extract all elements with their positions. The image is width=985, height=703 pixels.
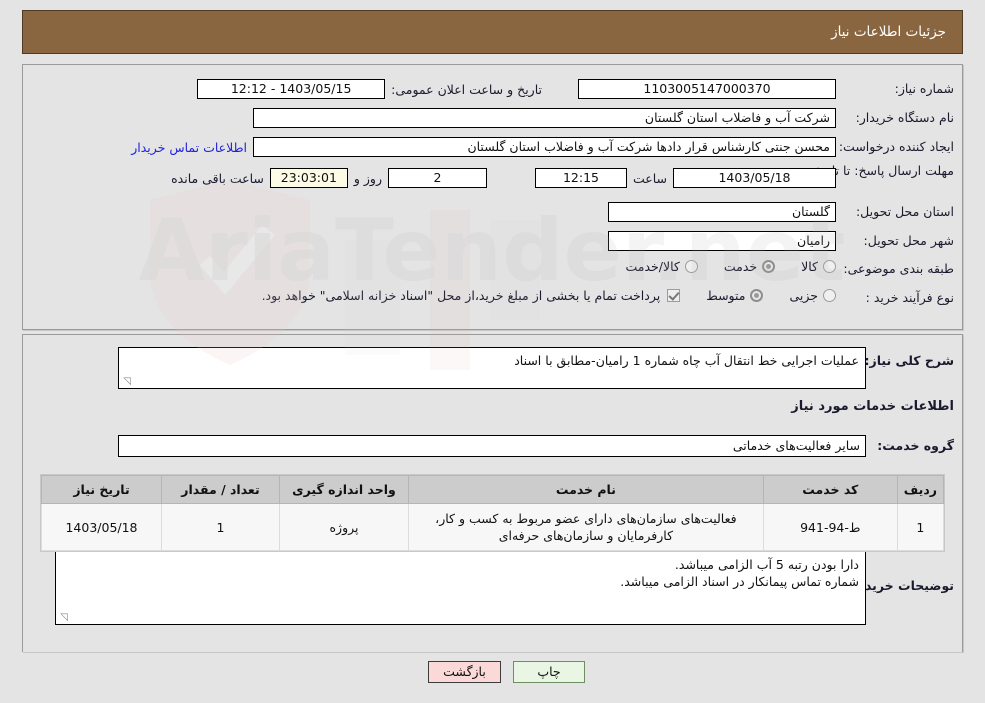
days-word-label: روز و [353,170,382,186]
cell-row-no: 1 [896,503,945,551]
process-label: نوع فرآیند خرید : [865,290,954,305]
remaining-word-label: ساعت باقی مانده [171,170,264,186]
days-remaining-field[interactable]: 2 [387,168,487,188]
cell-service-name: فعالیت‌های سازمان‌های دارای عضو مربوط به… [408,503,764,551]
process-option-minor-label: جزیی [789,288,818,303]
back-button[interactable]: بازگشت [428,661,501,683]
cell-service-code: ط-94-941 [762,503,898,551]
creator-label: ایجاد کننده درخواست: [838,139,954,154]
category-option-goods[interactable]: کالا [801,259,836,274]
col-service-name: نام خدمت [408,475,764,504]
buyer-org-field[interactable]: شرکت آب و فاضلاب استان گلستان [253,108,836,128]
page-root: جزئیات اطلاعات نیاز شماره نیاز: 11030051… [0,0,985,703]
page-title: جزئیات اطلاعات نیاز [831,24,946,40]
process-option-medium[interactable]: متوسط [706,288,764,303]
province-field[interactable]: گلستان [608,202,836,222]
category-option-service-label: خدمت [723,259,758,274]
announcement-label: تاریخ و ساعت اعلان عمومی: [391,81,542,97]
description-label: شرح کلی نیاز: [864,353,954,368]
need-number-label: شماره نیاز: [894,81,954,96]
services-table: ردیف کد خدمت نام خدمت واحد اندازه گیری ت… [41,475,945,551]
table-header-row: ردیف کد خدمت نام خدمت واحد اندازه گیری ت… [41,475,945,504]
services-section-heading: اطلاعات خدمات مورد نیاز [791,399,954,414]
creator-field[interactable]: محسن جنتی کارشناس قرار دادها شرکت آب و ف… [253,137,836,157]
category-option-goods-service[interactable]: کالا/خدمت [625,259,698,274]
process-option-minor[interactable]: جزیی [789,288,836,303]
col-quantity: تعداد / مقدار [161,475,280,504]
table-row[interactable]: 1 ط-94-941 فعالیت‌های سازمان‌های دارای ع… [41,503,945,551]
radio-selected-icon[interactable] [750,289,764,302]
col-unit: واحد اندازه گیری [279,475,409,504]
description-textarea[interactable]: عملیات اجرایی خط انتقال آب چاه شماره 1 ر… [118,347,866,389]
city-field[interactable]: رامیان [608,231,836,251]
col-need-date: تاریخ نیاز [41,475,162,504]
print-button[interactable]: چاپ [513,661,585,683]
col-row-no: ردیف [896,475,945,504]
description-text: عملیات اجرایی خط انتقال آب چاه شماره 1 ر… [514,353,859,368]
buyer-org-label: نام دستگاه خریدار: [855,110,954,125]
buyer-notes-textarea[interactable]: دارا بودن رتبه 5 آب الزامی میباشد. شماره… [55,551,866,625]
category-option-goods-label: کالا [801,259,818,274]
radio-selected-icon[interactable] [762,260,776,273]
treasury-bond-checkbox-group[interactable]: پرداخت تمام یا بخشی از مبلغ خرید،از محل … [262,288,681,303]
services-table-wrapper: ردیف کد خدمت نام خدمت واحد اندازه گیری ت… [40,474,945,552]
page-title-bar: جزئیات اطلاعات نیاز [22,10,963,54]
service-group-field[interactable]: سایر فعالیت‌های خدماتی [118,435,866,457]
category-label: طبقه بندی موضوعی: [843,261,954,276]
province-label: استان محل تحویل: [855,204,954,219]
category-option-service[interactable]: خدمت [723,259,776,274]
radio-icon[interactable] [684,260,698,273]
buyer-contact-link[interactable]: اطلاعات تماس خریدار [131,140,247,155]
resize-grip-icon[interactable]: ◹ [121,377,131,387]
cell-need-date: 1403/05/18 [41,503,162,551]
city-label: شهر محل تحویل: [863,233,954,248]
resize-grip-icon[interactable]: ◹ [58,613,68,623]
checkbox-checked-icon[interactable] [667,289,681,302]
need-info-panel: شماره نیاز: 1103005147000370 تاریخ و ساع… [22,64,963,330]
cell-quantity: 1 [161,503,280,551]
cell-unit: پروژه [279,503,409,551]
announcement-field[interactable]: 1403/05/15 - 12:12 [197,79,386,99]
radio-icon[interactable] [823,260,836,273]
radio-icon[interactable] [823,289,836,302]
deadline-date-field[interactable]: 1403/05/18 [673,168,836,188]
col-service-code: کد خدمت [762,475,898,504]
process-option-medium-label: متوسط [706,288,746,303]
time-remaining-field[interactable]: 23:03:01 [269,168,348,188]
service-group-label: گروه خدمت: [877,438,954,453]
need-number-field[interactable]: 1103005147000370 [578,79,836,99]
buyer-notes-line-2: شماره تماس پیمانکار در اسناد الزامی میبا… [620,574,859,589]
category-option-goods-service-label: کالا/خدمت [625,259,680,274]
treasury-bond-label: پرداخت تمام یا بخشی از مبلغ خرید،از محل … [261,288,661,303]
buyer-notes-line-1: دارا بودن رتبه 5 آب الزامی میباشد. [674,557,859,572]
hour-label: ساعت [632,170,667,186]
deadline-time-field[interactable]: 12:15 [534,168,627,188]
